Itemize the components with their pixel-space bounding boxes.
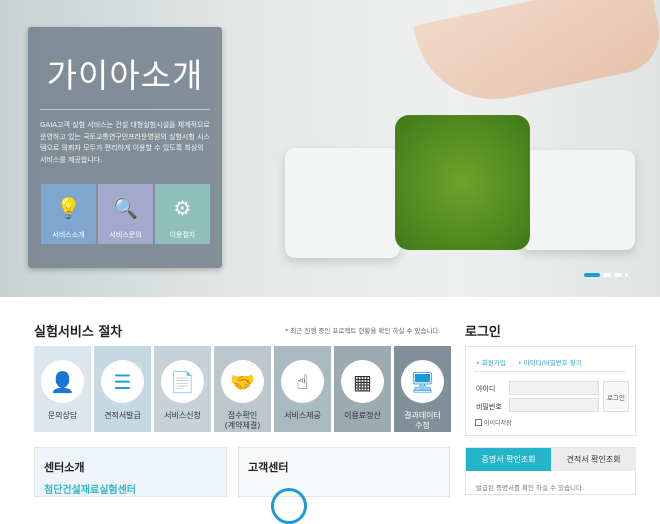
- procedure-title: 실험서비스 절차: [34, 325, 123, 340]
- hero-banner: 가이아소개 GAIA고객 실험 서비스는 건설 대형실험시설을 체계적으로 운영…: [0, 0, 660, 297]
- hand-image: [413, 0, 660, 114]
- step-apply[interactable]: 📄 서비스신청: [154, 346, 211, 432]
- divider: [40, 109, 210, 110]
- handshake-icon: 🤝: [221, 360, 264, 403]
- document-send-icon: 📄: [161, 360, 204, 403]
- slider-dot[interactable]: [603, 273, 611, 277]
- step-estimate[interactable]: ☰ 견적서발급: [94, 346, 151, 432]
- step-result[interactable]: 🖥 결과데이터 수정: [394, 346, 451, 432]
- step-service[interactable]: ☝ 서비스제공: [274, 346, 331, 432]
- phone-icon: [271, 488, 307, 524]
- step-label: 문의상담: [47, 411, 78, 420]
- login-title: 로그인: [465, 325, 501, 340]
- checkbox-icon[interactable]: [475, 419, 482, 426]
- step-label: 견적서발급: [104, 411, 141, 420]
- green-puzzle-piece: [395, 115, 530, 250]
- hero-title: 가이아소개: [46, 56, 204, 95]
- calculator-icon: ▦: [341, 360, 384, 403]
- id-input[interactable]: [509, 381, 599, 395]
- procedure-note: * 최근 진행 중인 프로젝트 현황을 확인 하실 수 있습니다.: [285, 327, 441, 335]
- join-link[interactable]: • 회원가입: [476, 357, 506, 367]
- id-label: 아이디: [476, 385, 496, 393]
- center-subtitle[interactable]: 첨단건설재료실험센터: [44, 481, 136, 496]
- gear-icon: ⚙: [173, 196, 192, 220]
- button-label: 이용절차: [169, 231, 196, 239]
- button-label: 서비스소개: [52, 231, 85, 239]
- step-label: 서비스제공: [284, 411, 321, 420]
- save-id-label: 아이디저장: [484, 420, 512, 427]
- document-pen-icon: ☰: [101, 360, 144, 403]
- service-intro-button[interactable]: 💡 서비스소개: [41, 184, 96, 244]
- center-intro-card: 센터소개 첨단건설재료실험센터: [34, 447, 227, 497]
- lightbulb-icon: 💡: [56, 196, 81, 220]
- tab-estimate[interactable]: 견적서 확인조회: [551, 448, 636, 471]
- step-label: 서비스신청: [164, 411, 201, 420]
- slider-dot[interactable]: [614, 273, 622, 277]
- headset-person-icon: 👤: [41, 360, 84, 403]
- intro-panel: 가이아소개 GAIA고객 실험 서비스는 건설 대형실험시설을 체계적으로 운영…: [28, 27, 222, 268]
- login-box: • 회원가입 • 아이디/비밀번호 찾기 아이디 비밀번호 로그인 아이디저장: [465, 346, 636, 436]
- support-title: 고객센터: [248, 461, 289, 474]
- divider: [474, 371, 625, 372]
- save-id-checkbox[interactable]: 아이디저장: [475, 418, 512, 427]
- login-button[interactable]: 로그인: [603, 381, 629, 412]
- find-account-link[interactable]: • 아이디/비밀번호 찾기: [518, 357, 582, 367]
- step-inquiry[interactable]: 👤 문의상담: [34, 346, 91, 432]
- touch-icon: ☝: [281, 360, 324, 403]
- puzzle-piece: [520, 150, 635, 250]
- step-label: 이용료정산: [344, 411, 381, 420]
- slider-dot[interactable]: [625, 273, 628, 277]
- step-label: 결과데이터 수정: [404, 411, 441, 430]
- magnifier-question-icon: 🔍: [113, 196, 138, 220]
- step-payment[interactable]: ▦ 이용료정산: [334, 346, 391, 432]
- pw-label: 비밀번호: [476, 403, 502, 411]
- certificate-panel: 증명서 확인조회 견적서 확인조회 발급된 증명서를 확인 하실 수 있습니다.: [465, 447, 636, 495]
- procedure-steps: 👤 문의상담 ☰ 견적서발급 📄 서비스신청 🤝 접수확인 (계약체결) ☝ 서비스제공 …: [34, 346, 451, 432]
- password-input[interactable]: [509, 398, 599, 412]
- puzzle-piece: [285, 148, 400, 258]
- service-inquiry-button[interactable]: 🔍 서비스문의: [98, 184, 153, 244]
- hero-description: GAIA고객 실험 서비스는 건설 대형실험시설을 체계적으로 운영하고 있는 …: [40, 121, 210, 164]
- monitor-user-icon: 🖥: [401, 360, 444, 403]
- slider-dot[interactable]: [584, 273, 600, 277]
- certificate-text: 발급된 증명서를 확인 하실 수 있습니다.: [476, 484, 585, 492]
- customer-center-card: 고객센터: [238, 447, 450, 524]
- button-label: 서비스문의: [109, 231, 142, 239]
- tab-certificate[interactable]: 증명서 확인조회: [466, 448, 551, 471]
- center-title: 센터소개: [44, 461, 85, 474]
- slider-pager: [584, 273, 628, 277]
- step-label: 접수확인 (계약체결): [224, 411, 261, 430]
- usage-procedure-button[interactable]: ⚙ 이용절차: [155, 184, 210, 244]
- step-contract[interactable]: 🤝 접수확인 (계약체결): [214, 346, 271, 432]
